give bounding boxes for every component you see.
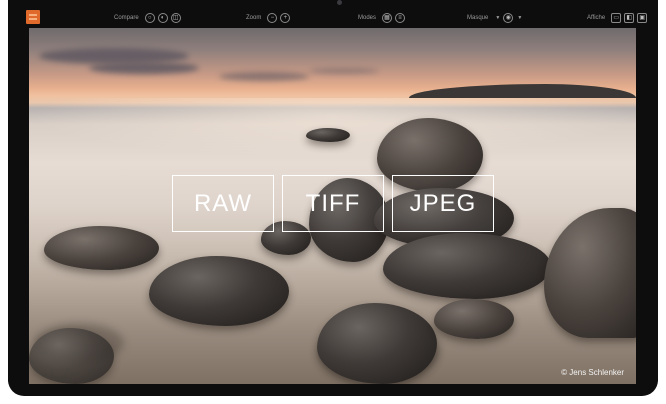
split-icon[interactable]: ◫ [170, 13, 181, 23]
chevron-down-icon[interactable]: ▼ [495, 15, 500, 21]
cloud [219, 72, 309, 81]
plus-icon[interactable]: + [280, 13, 291, 23]
toolbar-label-masque: Masque [467, 15, 489, 21]
toolbar-group-modes: Modes ▦ ≡ [358, 12, 406, 24]
photo-credit: © Jens Schlenker [561, 368, 624, 377]
camera-icon [337, 0, 342, 5]
toolbar-group-compare: Compare ○ ◐ ◫ [114, 12, 181, 24]
fullscreen-icon[interactable]: ▣ [637, 13, 648, 23]
format-raw-label: RAW [172, 175, 274, 232]
rock [306, 128, 350, 142]
toolbar-label-modes: Modes [358, 15, 377, 21]
compare-icon[interactable]: ◐ [157, 13, 168, 23]
top-toolbar: Compare ○ ◐ ◫ Zoom − + Modes ▦ ≡ Masque … [22, 8, 648, 28]
rock [44, 226, 159, 270]
distant-headland [409, 84, 636, 98]
toolbar-group-affiche: Affiche ▭ ◧ ▣ [587, 12, 648, 24]
window-icon[interactable]: ▭ [611, 13, 622, 23]
toolbar-label-affiche: Affiche [587, 15, 606, 21]
format-jpeg-label: JPEG [392, 175, 494, 232]
rock [434, 299, 514, 339]
cloud [89, 62, 199, 74]
panel-icon[interactable]: ◧ [624, 13, 635, 23]
minus-icon[interactable]: − [267, 13, 278, 23]
menu-icon[interactable] [26, 10, 40, 24]
rock [383, 233, 551, 299]
toolbar-label-compare: Compare [114, 15, 139, 21]
mask-icon[interactable]: ◉ [503, 13, 514, 23]
grid-icon[interactable]: ▦ [382, 13, 393, 23]
rock [149, 256, 289, 326]
chevron-down-icon[interactable]: ▼ [517, 15, 522, 21]
toolbar-group-masque: Masque ▼ ◉ ▼ [467, 12, 522, 24]
toolbar-group-zoom: Zoom − + [246, 12, 291, 24]
rock [544, 208, 636, 338]
photo-viewport: RAW TIFF JPEG © Jens Schlenker [29, 28, 636, 384]
rock [29, 328, 114, 384]
rock [317, 303, 437, 384]
toolbar-label-zoom: Zoom [246, 15, 262, 21]
format-tiff-label: TIFF [282, 175, 384, 232]
list-icon[interactable]: ≡ [395, 13, 406, 23]
cloud [309, 68, 379, 74]
circle-icon[interactable]: ○ [144, 13, 155, 23]
